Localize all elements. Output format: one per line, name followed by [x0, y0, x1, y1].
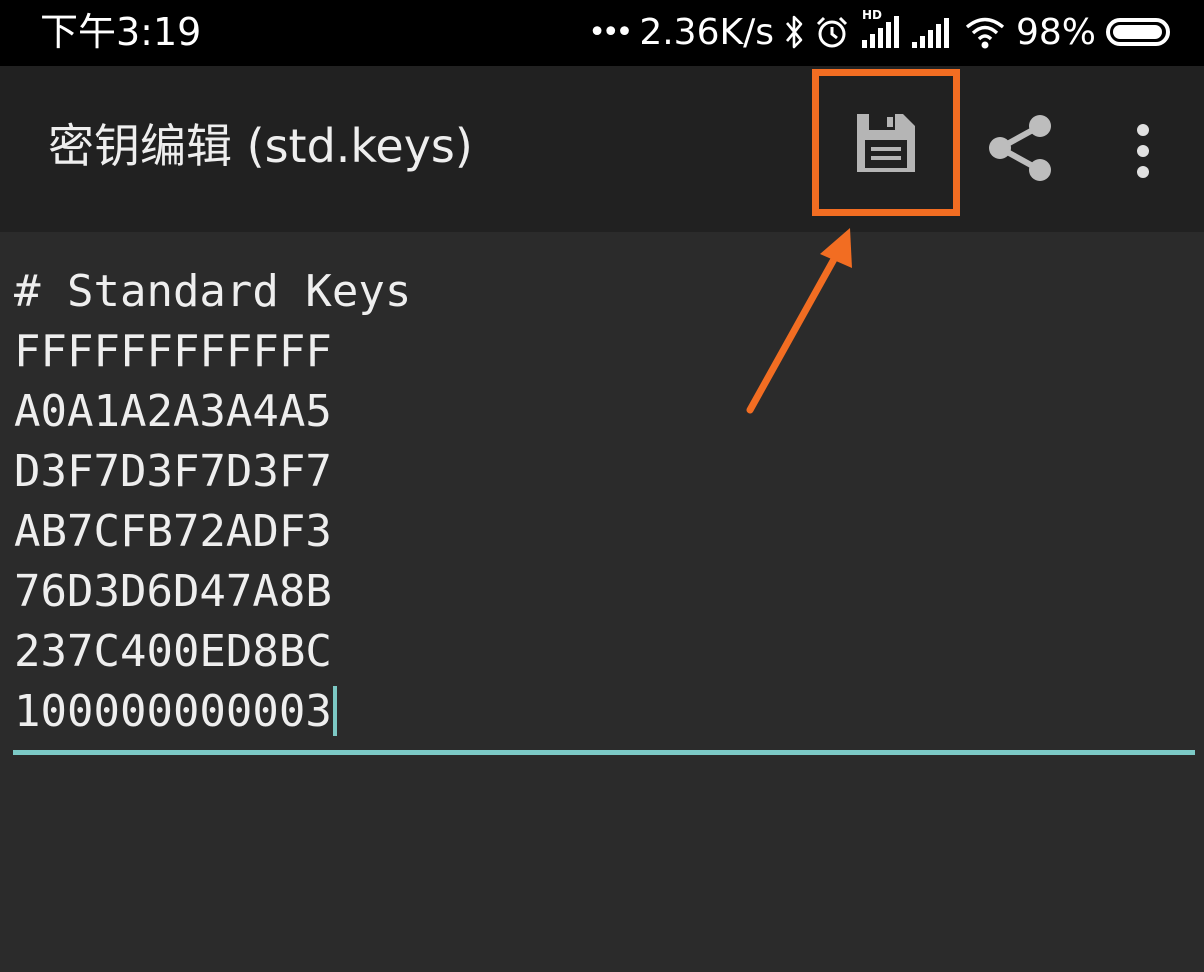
editor-line-key: 237C400ED8BC — [14, 626, 332, 677]
bluetooth-icon — [784, 14, 804, 50]
key-editor[interactable]: # Standard Keys FFFFFFFFFFFF A0A1A2A3A4A… — [14, 262, 1194, 742]
status-time: 下午3:19 — [40, 10, 202, 54]
page-title: 密钥编辑 (std.keys) — [48, 119, 473, 173]
text-cursor — [332, 686, 337, 736]
screen: 下午3:19 ••• 2.36K/s HD 98% 密钥编辑 (std.keys… — [0, 0, 1204, 972]
battery-icon — [1106, 18, 1170, 46]
battery-percent: 98% — [1015, 11, 1096, 53]
battery-level — [1113, 25, 1162, 39]
editor-underline — [13, 750, 1195, 755]
editor-line-key: AB7CFB72ADF3 — [14, 506, 332, 557]
editor-line-key: 100000000003 — [14, 686, 332, 737]
editor-line-last: 100000000003 — [14, 682, 1194, 742]
share-button[interactable] — [982, 110, 1058, 186]
status-icons: ••• 2.36K/s HD 98% — [588, 8, 1170, 54]
status-bar: 下午3:19 ••• 2.36K/s HD 98% — [0, 0, 1204, 66]
more-notifications-indicator: ••• — [588, 14, 633, 50]
editor-line-key: 76D3D6D47A8B — [14, 566, 332, 617]
editor-line-key: A0A1A2A3A4A5 — [14, 386, 332, 437]
editor-line-comment: # Standard Keys — [14, 266, 412, 317]
share-icon — [989, 115, 1051, 181]
save-button[interactable] — [812, 69, 960, 216]
wifi-icon — [964, 14, 1006, 50]
network-speed: 2.36K/s — [639, 11, 774, 53]
more-options-button[interactable] — [1118, 116, 1168, 186]
app-bar: 密钥编辑 (std.keys) — [0, 66, 1204, 232]
save-icon — [857, 113, 915, 172]
alarm-icon — [814, 14, 850, 50]
editor-line-key: FFFFFFFFFFFF — [14, 326, 332, 377]
hd-label: HD — [861, 8, 882, 22]
more-vert-icon — [1137, 124, 1149, 178]
signal-hd-icon: HD — [860, 8, 900, 50]
editor-line-key: D3F7D3F7D3F7 — [14, 446, 332, 497]
signal-icon — [910, 14, 954, 50]
